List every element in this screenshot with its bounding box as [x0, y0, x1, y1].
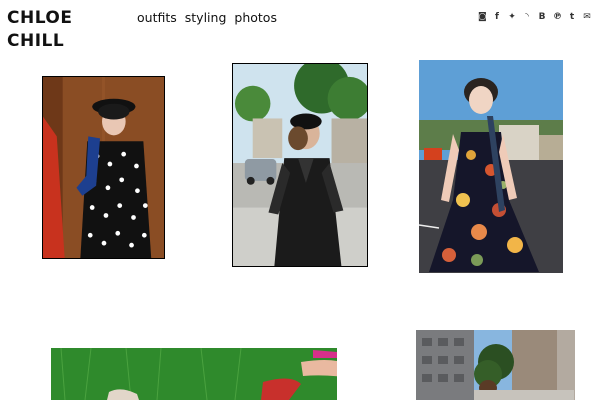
outfit-photo-grass[interactable]	[51, 348, 337, 400]
site-title-line1: CHLOE	[7, 8, 73, 28]
nav-item-styling[interactable]: styling	[185, 10, 227, 26]
social-links: ◙ f ✦ ◝ B ℗ t ✉	[478, 12, 591, 22]
facebook-icon[interactable]: f	[493, 12, 501, 22]
outfit-photo-buildings[interactable]	[416, 330, 575, 400]
email-icon[interactable]: ✉	[583, 12, 591, 22]
pinterest-icon[interactable]: ℗	[553, 12, 562, 22]
nav-item-outfits[interactable]: outfits	[137, 10, 177, 26]
outfit-photo-floral-dress[interactable]	[419, 60, 563, 273]
nav-item-photos[interactable]: photos	[234, 10, 277, 26]
site-logo[interactable]: CHLOE CHILL	[7, 7, 73, 53]
instagram-icon[interactable]: ◙	[478, 12, 487, 22]
outfit-photo-polka-dot[interactable]	[42, 76, 165, 259]
twitter-icon[interactable]: ✦	[508, 12, 516, 22]
outfit-photo-sheer-black[interactable]	[232, 63, 368, 267]
rss-icon[interactable]: ◝	[523, 12, 531, 22]
tumblr-icon[interactable]: t	[568, 12, 576, 22]
main-nav: outfits styling photos	[137, 10, 277, 26]
site-title-line2: CHILL	[7, 31, 65, 51]
bloglovin-icon[interactable]: B	[538, 12, 546, 22]
